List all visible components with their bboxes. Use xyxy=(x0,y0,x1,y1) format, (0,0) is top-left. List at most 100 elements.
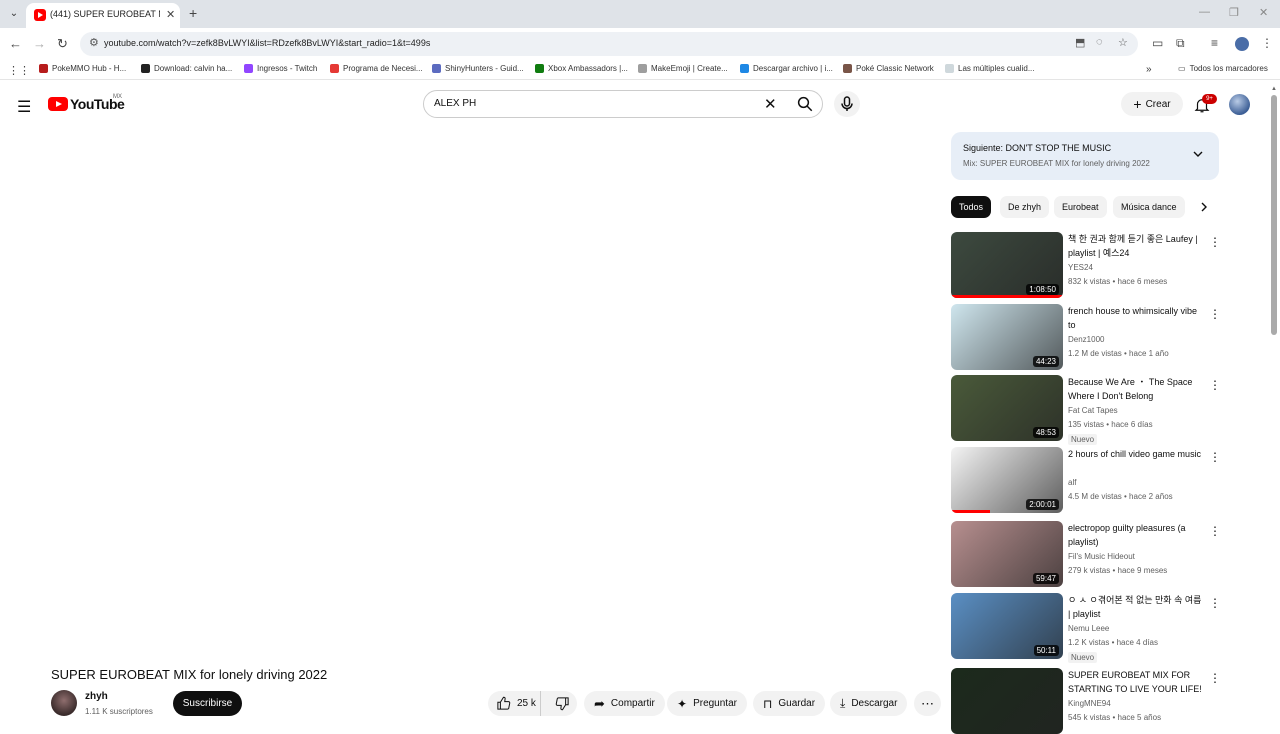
channel-avatar[interactable] xyxy=(51,690,77,716)
recommendation-title[interactable]: Because We Are ・ The Space Where I Don't… xyxy=(1068,375,1204,403)
recommendation-item[interactable]: 44:23 french house to whimsically vibe to… xyxy=(951,304,1221,370)
share-button[interactable]: ➦ Compartir xyxy=(584,691,665,716)
extensions-icon[interactable]: ⧉ xyxy=(1176,36,1185,51)
bookmark-item[interactable]: ShinyHunters - Guid... xyxy=(432,64,524,73)
dislike-button[interactable] xyxy=(547,691,577,716)
search-input[interactable]: ALEX PH ✕ xyxy=(423,90,823,118)
scrollbar-thumb[interactable] xyxy=(1271,95,1277,335)
url-text[interactable]: youtube.com/watch?v=zefk8BvLWYI&list=RDz… xyxy=(104,38,430,48)
new-tab-icon[interactable]: + xyxy=(189,5,197,21)
video-thumbnail[interactable]: 1:08:50 xyxy=(951,232,1063,298)
video-thumbnail[interactable]: 59:47 xyxy=(951,521,1063,587)
eye-off-icon[interactable]: ◌ xyxy=(1096,36,1103,48)
cast-icon[interactable]: ▭ xyxy=(1152,36,1163,50)
more-options-icon[interactable]: ⋮ xyxy=(1209,450,1221,464)
recommendation-item[interactable]: 50:11 ㅇ ㅅ ㅇ겪어본 적 없는 만화 속 여름 | playlist Nem… xyxy=(951,593,1221,663)
recommendation-title[interactable]: SUPER EUROBEAT MIX FOR STARTING TO LIVE … xyxy=(1068,668,1204,696)
recommendation-title[interactable]: 2 hours of chill video game music xyxy=(1068,447,1204,461)
minimize-icon[interactable]: — xyxy=(1199,6,1210,18)
reload-icon[interactable]: ↻ xyxy=(57,36,68,52)
search-icon[interactable] xyxy=(796,95,814,113)
more-actions-button[interactable]: ⋯ xyxy=(914,691,941,716)
active-tab[interactable]: (441) SUPER EUROBEAT MIX for ✕ xyxy=(26,3,180,28)
recommendation-title[interactable]: french house to whimsically vibe to xyxy=(1068,304,1204,332)
bookmark-item[interactable]: Descargar archivo | i... xyxy=(740,64,833,73)
bookmark-item[interactable]: PokeMMO Hub - H... xyxy=(39,64,126,73)
chip-from-channel[interactable]: De zhyh xyxy=(1000,196,1050,218)
recommendation-channel[interactable]: Fil's Music Hideout xyxy=(1068,552,1135,561)
more-options-icon[interactable]: ⋮ xyxy=(1209,671,1221,685)
bookmark-item[interactable]: Xbox Ambassadors |... xyxy=(535,64,628,73)
scroll-up-arrow-icon[interactable]: ▲ xyxy=(1271,86,1277,92)
back-icon[interactable]: ← xyxy=(9,36,22,51)
recommendation-item[interactable]: 59:47 electropop guilty pleasures (a play… xyxy=(951,521,1221,587)
recommendation-channel[interactable]: KingMNE94 xyxy=(1068,699,1111,708)
create-button[interactable]: + Crear xyxy=(1121,92,1183,116)
more-options-icon[interactable]: ⋮ xyxy=(1209,235,1221,249)
chrome-menu-icon[interactable]: ⋮ xyxy=(1261,36,1273,50)
restore-icon[interactable]: ❐ xyxy=(1229,6,1239,19)
bookmark-item[interactable]: Ingresos - Twitch xyxy=(244,64,317,73)
recommendation-channel[interactable]: Denz1000 xyxy=(1068,335,1104,344)
ask-button[interactable]: ✦ Preguntar xyxy=(667,691,747,716)
save-button[interactable]: ⊓ Guardar xyxy=(753,691,826,716)
recommendation-item[interactable]: 2:00:01 2 hours of chill video game music… xyxy=(951,447,1221,513)
address-bar[interactable]: ⚙ youtube.com/watch?v=zefk8BvLWYI&list=R… xyxy=(80,32,1138,56)
recommendation-item[interactable]: SUPER EUROBEAT MIX FOR STARTING TO LIVE … xyxy=(951,668,1221,734)
chevron-right-icon[interactable] xyxy=(1197,200,1211,214)
video-thumbnail[interactable]: 48:53 xyxy=(951,375,1063,441)
more-options-icon[interactable]: ⋮ xyxy=(1209,307,1221,321)
recommendation-item[interactable]: 48:53 Because We Are ・ The Space Where I … xyxy=(951,375,1221,445)
bookmark-item[interactable]: Programa de Necesi... xyxy=(330,64,423,73)
more-options-icon[interactable]: ⋮ xyxy=(1209,524,1221,538)
site-info-icon[interactable]: ⚙ xyxy=(89,36,99,49)
video-player[interactable] xyxy=(51,132,923,652)
bookmark-item[interactable]: Las múltiples cualid... xyxy=(945,64,1034,73)
close-window-icon[interactable]: ✕ xyxy=(1259,6,1268,19)
account-avatar[interactable] xyxy=(1229,94,1250,115)
apps-grid-icon[interactable]: ⋮⋮ xyxy=(8,64,30,77)
bookmark-item[interactable]: Download: calvin ha... xyxy=(141,64,232,73)
video-thumbnail[interactable]: 2:00:01 xyxy=(951,447,1063,513)
tab-close-icon[interactable]: ✕ xyxy=(166,8,175,21)
tab-search-chevron-icon[interactable]: ⌄ xyxy=(6,6,22,22)
bookmark-star-icon[interactable]: ☆ xyxy=(1118,36,1128,49)
channel-name[interactable]: zhyh xyxy=(85,691,108,702)
all-bookmarks-folder[interactable]: ▭ Todos los marcadores xyxy=(1178,64,1268,73)
forward-icon[interactable]: → xyxy=(33,36,46,51)
reading-list-icon[interactable]: ≡ xyxy=(1211,36,1218,50)
hamburger-menu-icon[interactable]: ☰ xyxy=(17,97,31,117)
more-horizontal-icon: ⋯ xyxy=(921,695,934,711)
like-button[interactable]: 25 k xyxy=(488,691,542,716)
chevron-down-icon[interactable] xyxy=(1192,148,1204,160)
download-button[interactable]: ⤓ Descargar xyxy=(830,691,908,716)
recommendation-meta: 279 k vistas • hace 9 meses xyxy=(1068,566,1168,575)
recommendation-channel[interactable]: alf xyxy=(1068,478,1076,487)
subscribe-button[interactable]: Suscribirse xyxy=(173,691,242,716)
up-next-panel[interactable]: Siguiente: DON'T STOP THE MUSIC Mix: SUP… xyxy=(951,132,1219,180)
browser-profile-avatar[interactable] xyxy=(1235,37,1249,51)
search-query[interactable]: ALEX PH xyxy=(434,98,476,109)
more-options-icon[interactable]: ⋮ xyxy=(1209,596,1221,610)
recommendation-item[interactable]: 1:08:50 책 한 권과 함께 듣기 좋은 Laufey | playlist… xyxy=(951,232,1221,298)
voice-search-microphone-icon[interactable] xyxy=(834,91,860,117)
youtube-logo-icon[interactable] xyxy=(48,97,68,111)
recommendation-title[interactable]: ㅇ ㅅ ㅇ겪어본 적 없는 만화 속 여름 | playlist xyxy=(1068,593,1204,621)
recommendation-channel[interactable]: YES24 xyxy=(1068,263,1093,272)
chip-dance-music[interactable]: Música dance xyxy=(1113,196,1185,218)
install-icon[interactable]: ⬒ xyxy=(1075,36,1085,49)
recommendation-title[interactable]: 책 한 권과 함께 듣기 좋은 Laufey | playlist | 예스24 xyxy=(1068,232,1204,260)
video-thumbnail[interactable] xyxy=(951,668,1063,734)
recommendation-channel[interactable]: Nemu Leee xyxy=(1068,624,1109,633)
chip-eurobeat[interactable]: Eurobeat xyxy=(1054,196,1107,218)
more-options-icon[interactable]: ⋮ xyxy=(1209,378,1221,392)
recommendation-title[interactable]: electropop guilty pleasures (a playlist) xyxy=(1068,521,1204,549)
more-bookmarks-icon[interactable]: » xyxy=(1146,64,1152,75)
video-thumbnail[interactable]: 50:11 xyxy=(951,593,1063,659)
bookmark-item[interactable]: Poké Classic Network xyxy=(843,64,934,73)
recommendation-channel[interactable]: Fat Cat Tapes xyxy=(1068,406,1118,415)
clear-search-icon[interactable]: ✕ xyxy=(764,95,777,113)
bookmark-item[interactable]: MakeEmoji | Create... xyxy=(638,64,728,73)
video-thumbnail[interactable]: 44:23 xyxy=(951,304,1063,370)
chip-all[interactable]: Todos xyxy=(951,196,992,218)
